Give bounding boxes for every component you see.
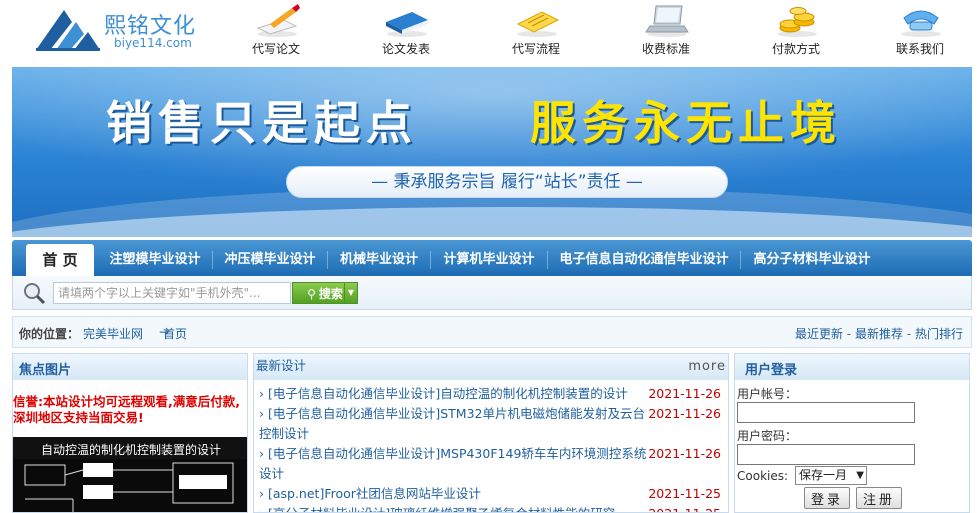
tab-polymer[interactable]: 高分子材料毕业设计 — [747, 244, 877, 276]
coins-icon — [777, 7, 817, 37]
header: 熙铭文化 biye114.com 代写论文 论文发表 代写流程 收费标准 付款方… — [0, 0, 980, 66]
circuit-diagram-image — [13, 459, 247, 512]
tab-stamping-die[interactable]: 冲压模毕业设计 — [219, 244, 321, 276]
topnav-label: 代写流程 — [511, 42, 560, 56]
focus-title: 焦点图片 — [19, 363, 72, 378]
latest-list: › [电子信息自动化通信毕业设计]自动控温的制化机控制装置的设计 2021-11… — [259, 384, 727, 512]
banner-slogan-right: 服务永无止境 — [530, 96, 842, 150]
news-date: 2021-11-26 — [648, 446, 721, 461]
password-label: 用户密码： — [737, 429, 798, 443]
breadcrumb-site[interactable]: 完美毕业网 — [83, 325, 143, 342]
cookies-value: 保存一月 — [799, 468, 848, 482]
laptop-icon — [645, 5, 689, 37]
focus-caption: 自动控温的制化机控制装置的设计 — [40, 443, 221, 457]
login-title: 用户登录 — [745, 363, 798, 378]
pen-paper-icon — [256, 4, 300, 37]
username-field[interactable] — [737, 402, 915, 423]
list-item: › [高分子材料毕业设计]玻璃纤维增强聚乙烯复合材料性能的研究 2021-11-… — [259, 504, 727, 512]
tab-computer[interactable]: 计算机毕业设计 — [437, 244, 541, 276]
topnav-item-publishing[interactable]: 论文发表 — [346, 0, 466, 62]
list-item: › [asp.net]Froor社团信息网站毕业设计 2021-11-25 — [259, 484, 727, 504]
news-date: 2021-11-25 — [648, 504, 721, 512]
more-link[interactable]: more — [688, 359, 726, 374]
search-icon: ⚲ — [307, 286, 316, 301]
page: 熙铭文化 biye114.com 代写论文 论文发表 代写流程 收费标准 付款方… — [0, 0, 980, 513]
news-date: 2021-11-26 — [648, 406, 721, 421]
search-button[interactable]: ⚲ 搜索 ▼ — [292, 282, 358, 304]
hero-banner: 销售只是起点 服务永无止境 — 秉承服务宗旨 履行“站长”责任 — — [12, 67, 972, 237]
chevron-down-icon: ▼ — [856, 470, 864, 481]
ranking-links: 最近更新 - 最新推荐 - 热门排行 — [794, 327, 963, 341]
breadcrumb-home[interactable]: 首页 — [163, 325, 187, 342]
latest-designs-panel: 最新设计 more › [电子信息自动化通信毕业设计]自动控温的制化机控制装置的… — [253, 353, 729, 513]
latest-update-link[interactable]: 最近更新 — [795, 327, 843, 341]
cookies-select[interactable]: 保存一月 ▼ — [795, 466, 867, 485]
news-date: 2021-11-25 — [648, 486, 721, 501]
latest-title: 最新设计 — [256, 358, 307, 373]
chevron-down-icon[interactable]: ▼ — [344, 283, 357, 303]
document-icon — [516, 11, 560, 37]
banner-subslogan: — 秉承服务宗旨 履行“站长”责任 — — [286, 166, 728, 198]
hot-ranking-link[interactable]: 热门排行 — [915, 327, 963, 341]
topnav-label: 代写论文 — [251, 42, 300, 56]
news-link[interactable]: › [asp.net]Froor社团信息网站毕业设计 — [259, 484, 649, 504]
list-item: › [电子信息自动化通信毕业设计]自动控温的制化机控制装置的设计 2021-11… — [259, 384, 727, 404]
password-field[interactable] — [737, 444, 915, 465]
top-nav: 代写论文 论文发表 代写流程 收费标准 付款方式 联系我们 — [230, 0, 980, 62]
topnav-item-ghostwriting[interactable]: 代写论文 — [216, 0, 336, 62]
cookies-label: Cookies: — [737, 469, 789, 483]
breadcrumb: 你的位置： 完美毕业网 → 首页 最近更新 - 最新推荐 - 热门排行 — [12, 316, 972, 348]
tab-injection-mold[interactable]: 注塑模毕业设计 — [104, 244, 206, 276]
tab-home[interactable]: 首 页 — [26, 244, 94, 276]
news-link[interactable]: › [电子信息自动化通信毕业设计]STM32单片机电磁炮储能发射及云台控制设计 — [259, 404, 649, 444]
news-link[interactable]: › [高分子材料毕业设计]玻璃纤维增强聚乙烯复合材料性能的研究 — [259, 504, 649, 512]
topnav-label: 收费标准 — [641, 42, 690, 56]
book-icon — [386, 12, 428, 37]
list-item: › [电子信息自动化通信毕业设计]MSP430F149轿车车内环境测控系统设计 … — [259, 444, 727, 484]
search-bar: ⚲搜索 ▼ — [12, 276, 972, 310]
news-link[interactable]: › [电子信息自动化通信毕业设计]MSP430F149轿车车内环境测控系统设计 — [259, 444, 649, 484]
topnav-label: 联系我们 — [895, 42, 944, 56]
tab-electronics[interactable]: 电子信息自动化通信毕业设计 — [554, 244, 734, 276]
login-panel: 用户登录 用户帐号： 用户密码： Cookies: 保存一月 ▼ 登录 注册 — [734, 353, 970, 513]
phone-icon — [901, 10, 941, 37]
main-nav: 首 页 注塑模毕业设计 冲压模毕业设计 机械毕业设计 计算机毕业设计 电子信息自… — [12, 240, 972, 276]
topnav-item-payment[interactable]: 付款方式 — [736, 0, 856, 62]
news-date: 2021-11-26 — [648, 386, 721, 401]
tab-mechanical[interactable]: 机械毕业设计 — [334, 244, 424, 276]
search-button-label: 搜索 — [318, 286, 343, 301]
credit-notice: 信誉:本站设计均可远程观看,满意后付款,深圳地区支持当面交易! — [13, 394, 240, 425]
logo-mark-icon — [36, 10, 100, 51]
topnav-item-pricing[interactable]: 收费标准 — [606, 0, 726, 62]
focus-image[interactable]: 自动控温的制化机控制装置的设计 — [13, 437, 247, 512]
register-button[interactable]: 注册 — [856, 487, 902, 509]
news-link[interactable]: › [电子信息自动化通信毕业设计]自动控温的制化机控制装置的设计 — [259, 384, 649, 404]
topnav-item-process[interactable]: 代写流程 — [476, 0, 596, 62]
login-button[interactable]: 登录 — [804, 487, 850, 509]
username-label: 用户帐号： — [737, 387, 798, 401]
focus-panel: 焦点图片 信誉:本站设计均可远程观看,满意后付款,深圳地区支持当面交易! 自动控… — [12, 353, 248, 513]
magnifier-icon — [24, 283, 46, 305]
topnav-label: 付款方式 — [771, 42, 820, 56]
search-input[interactable] — [53, 282, 291, 304]
site-logo[interactable]: 熙铭文化 biye114.com — [36, 6, 206, 54]
logo-domain: biye114.com — [114, 36, 192, 50]
banner-slogan-left: 销售只是起点 — [106, 96, 418, 150]
list-item: › [电子信息自动化通信毕业设计]STM32单片机电磁炮储能发射及云台控制设计 … — [259, 404, 727, 444]
breadcrumb-label: 你的位置： — [19, 327, 80, 341]
topnav-item-contact[interactable]: 联系我们 — [860, 0, 980, 62]
latest-recommend-link[interactable]: 最新推荐 — [855, 327, 903, 341]
topnav-label: 论文发表 — [381, 42, 430, 56]
